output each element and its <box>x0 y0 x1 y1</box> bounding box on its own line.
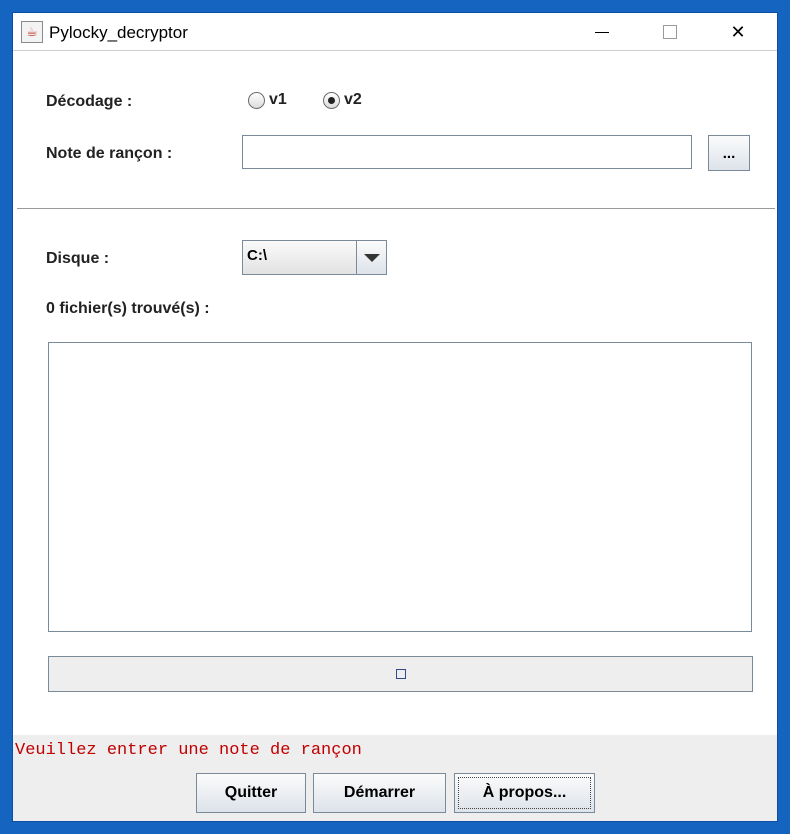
close-button[interactable]: ✕ <box>705 13 771 51</box>
radio-v2[interactable]: v2 <box>323 91 362 109</box>
window-title: Pylocky_decryptor <box>49 23 188 42</box>
ransom-note-label: Note de rançon : <box>46 145 173 162</box>
about-button[interactable]: À propos... <box>454 773 595 813</box>
radio-v1-label: v1 <box>269 91 287 108</box>
focus-ring <box>458 777 591 809</box>
maximize-button[interactable] <box>637 13 703 51</box>
file-list[interactable] <box>48 342 752 632</box>
minimize-button[interactable] <box>569 13 635 51</box>
dropdown-arrow-button[interactable] <box>356 241 386 274</box>
quit-button[interactable]: Quitter <box>196 773 306 813</box>
start-button[interactable]: Démarrer <box>313 773 446 813</box>
close-icon: ✕ <box>730 21 746 42</box>
disk-label: Disque : <box>46 250 110 267</box>
radio-v1-circle[interactable] <box>248 91 265 109</box>
progress-bar <box>48 656 753 692</box>
ransom-note-input[interactable] <box>242 135 692 169</box>
title-bar[interactable]: ☕ Pylocky_decryptor ✕ <box>13 13 777 51</box>
browse-button[interactable]: ... <box>708 135 750 171</box>
disk-select-value[interactable]: C:\ <box>243 241 356 274</box>
chevron-down-icon <box>363 253 380 262</box>
minimize-icon <box>595 31 609 33</box>
maximize-icon <box>663 25 677 39</box>
radio-v2-circle[interactable] <box>323 91 340 109</box>
java-app-icon: ☕ <box>21 21 43 43</box>
app-window: ☕ Pylocky_decryptor ✕ Décodage : v1 v2 N… <box>12 12 778 822</box>
radio-v2-label: v2 <box>344 91 362 108</box>
progress-indicator <box>395 669 406 679</box>
files-found-label: 0 fichier(s) trouvé(s) : <box>46 300 210 317</box>
section-separator <box>17 208 775 209</box>
disk-select[interactable]: C:\ <box>242 240 387 275</box>
decoding-label: Décodage : <box>46 93 133 110</box>
radio-v2-selected-dot <box>328 96 335 104</box>
status-message: Veuillez entrer une note de rançon <box>15 741 362 760</box>
radio-v1[interactable]: v1 <box>248 91 287 109</box>
